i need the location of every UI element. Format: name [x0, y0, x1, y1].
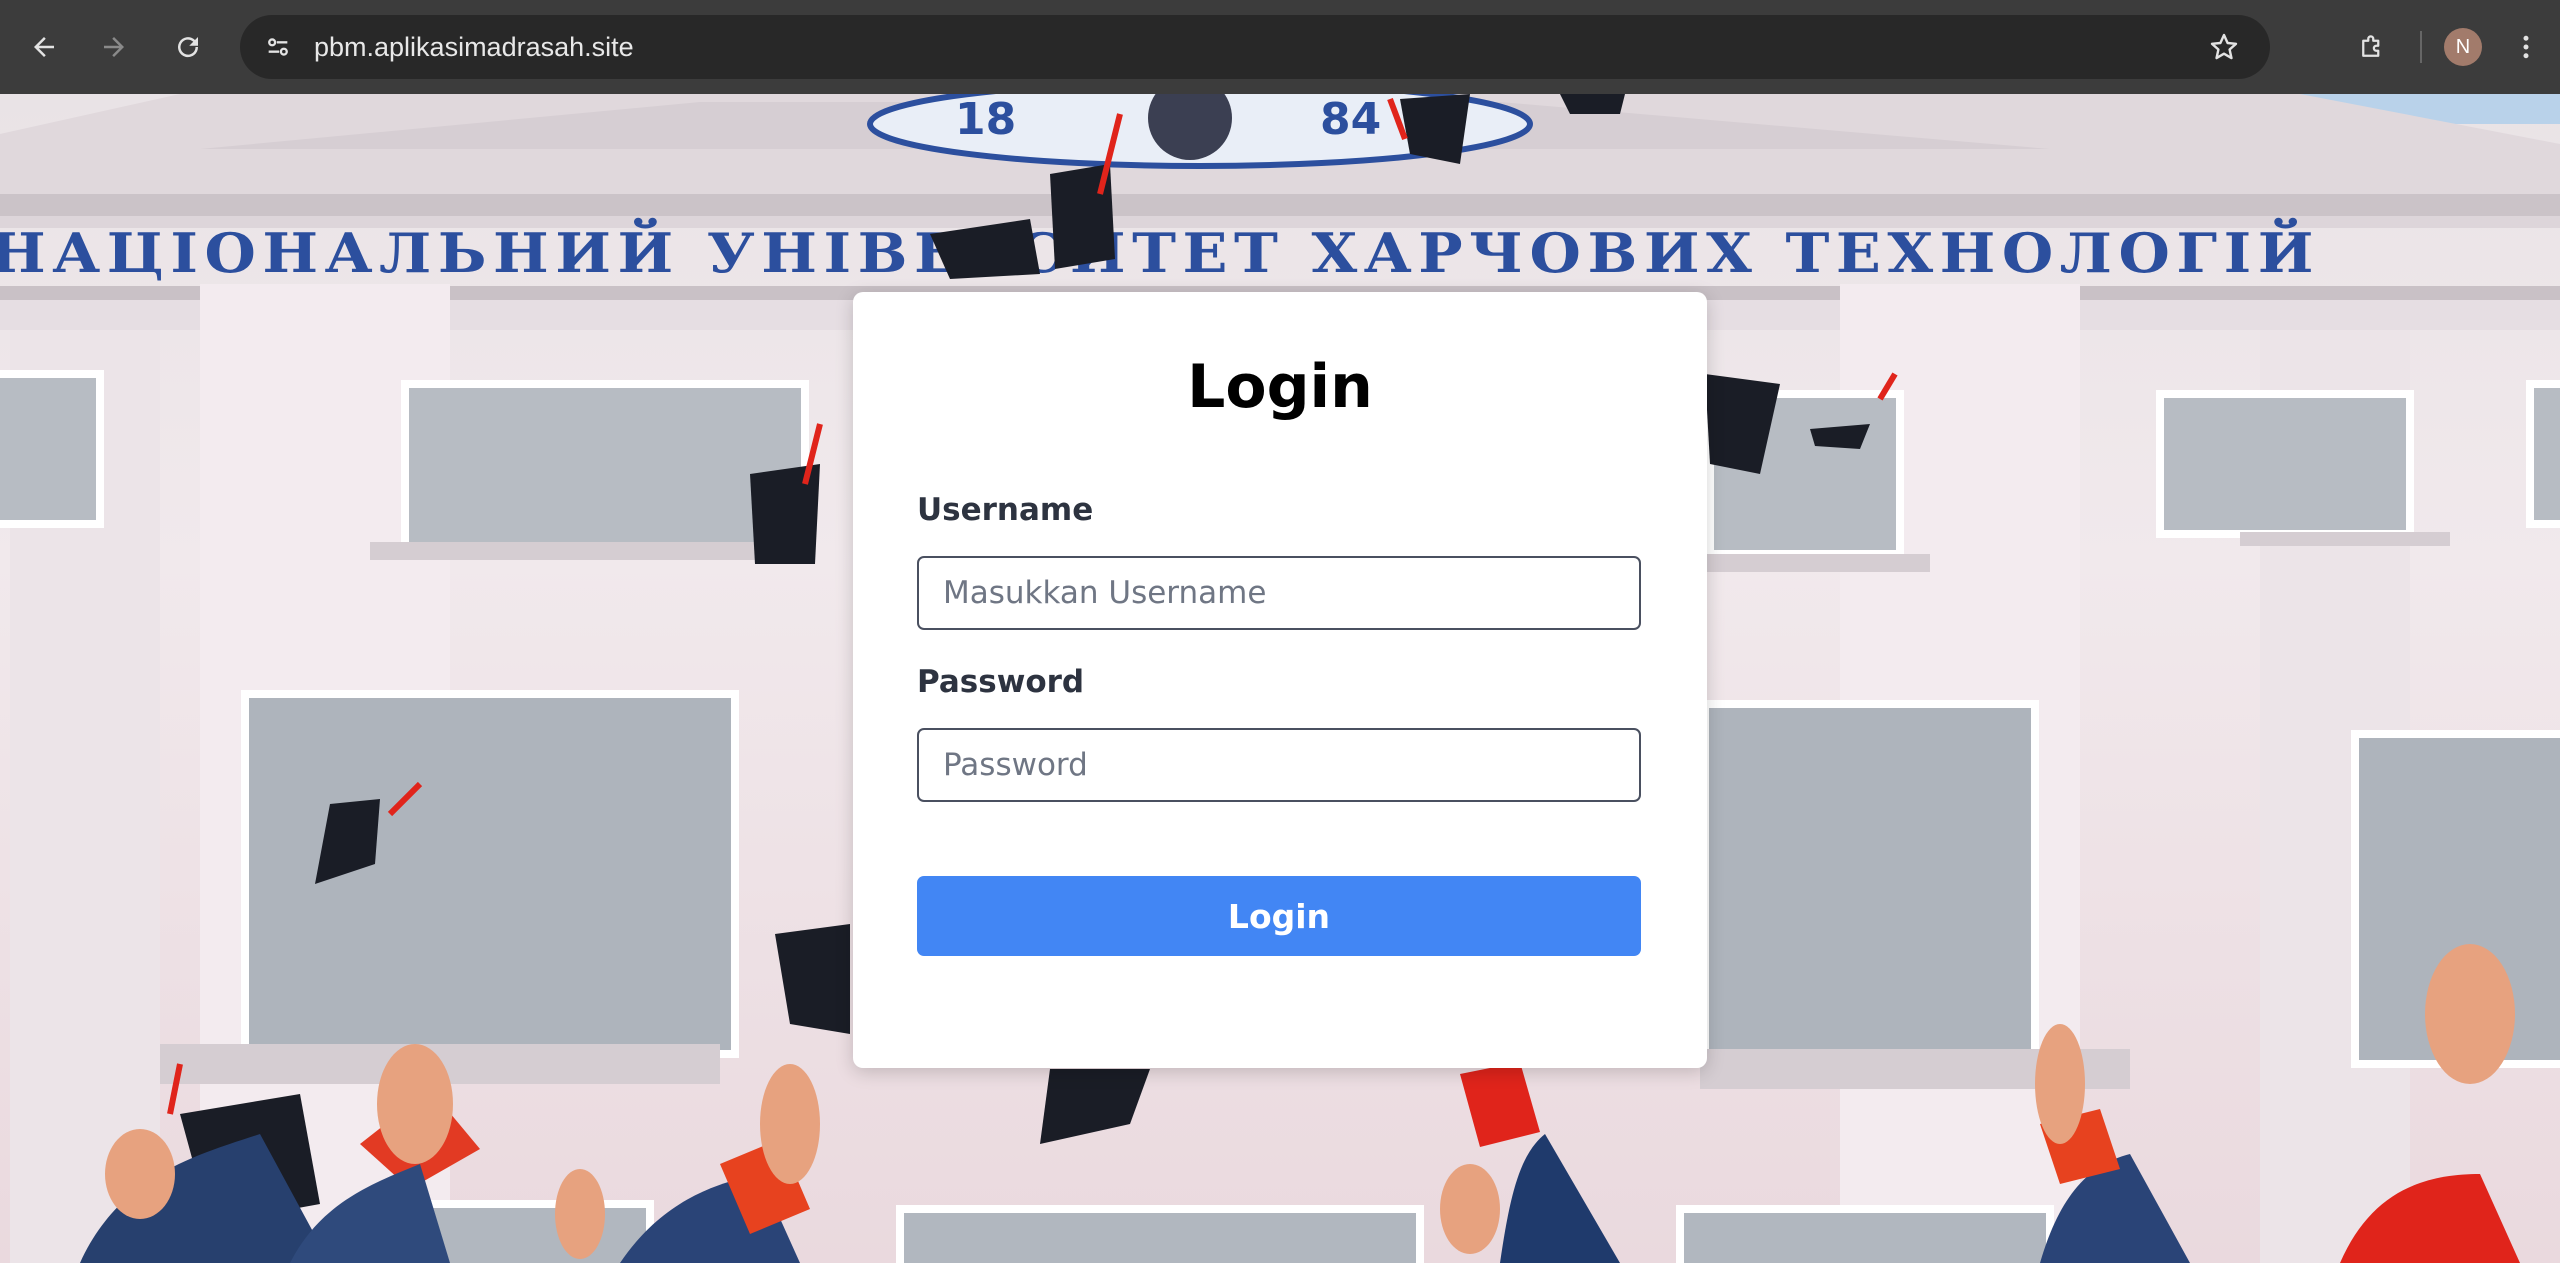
- forward-button[interactable]: [88, 21, 140, 73]
- login-button[interactable]: Login: [917, 876, 1641, 956]
- back-button[interactable]: [18, 21, 70, 73]
- reload-icon: [178, 37, 199, 58]
- username-input[interactable]: [917, 556, 1641, 630]
- puzzle-icon: [2362, 35, 2380, 57]
- profile-avatar[interactable]: N: [2444, 28, 2482, 66]
- bookmark-button[interactable]: [2204, 27, 2244, 67]
- browser-toolbar: pbm.aplikasimadrasah.site N: [0, 0, 2560, 94]
- tune-icon: [268, 38, 288, 56]
- star-icon: [2210, 33, 2238, 60]
- address-bar[interactable]: pbm.aplikasimadrasah.site: [240, 15, 2270, 79]
- toolbar-divider: [2420, 31, 2422, 63]
- login-card: Login Username Password Login: [853, 292, 1707, 1068]
- extensions-button[interactable]: [2346, 21, 2398, 73]
- username-label: Username: [917, 492, 1094, 528]
- password-label: Password: [917, 664, 1085, 700]
- seal-year-left: 18: [955, 94, 1016, 145]
- password-input[interactable]: [917, 728, 1641, 802]
- kebab-menu-icon: [2523, 35, 2529, 59]
- reload-button[interactable]: [162, 21, 214, 73]
- login-title: Login: [1187, 352, 1373, 422]
- arrow-right-icon: [104, 37, 124, 57]
- arrow-left-icon: [34, 37, 54, 57]
- browser-menu-button[interactable]: [2500, 21, 2552, 73]
- seal-year-right: 84: [1320, 94, 1381, 145]
- building-sign: НАЦІОНАЛЬНИЙ УНІВЕРСИТЕТ ХАРЧОВИХ ТЕХНОЛ…: [0, 217, 2320, 285]
- site-info-button[interactable]: [258, 27, 298, 67]
- toolbar-right: N: [2346, 0, 2560, 94]
- url-text[interactable]: pbm.aplikasimadrasah.site: [314, 32, 634, 63]
